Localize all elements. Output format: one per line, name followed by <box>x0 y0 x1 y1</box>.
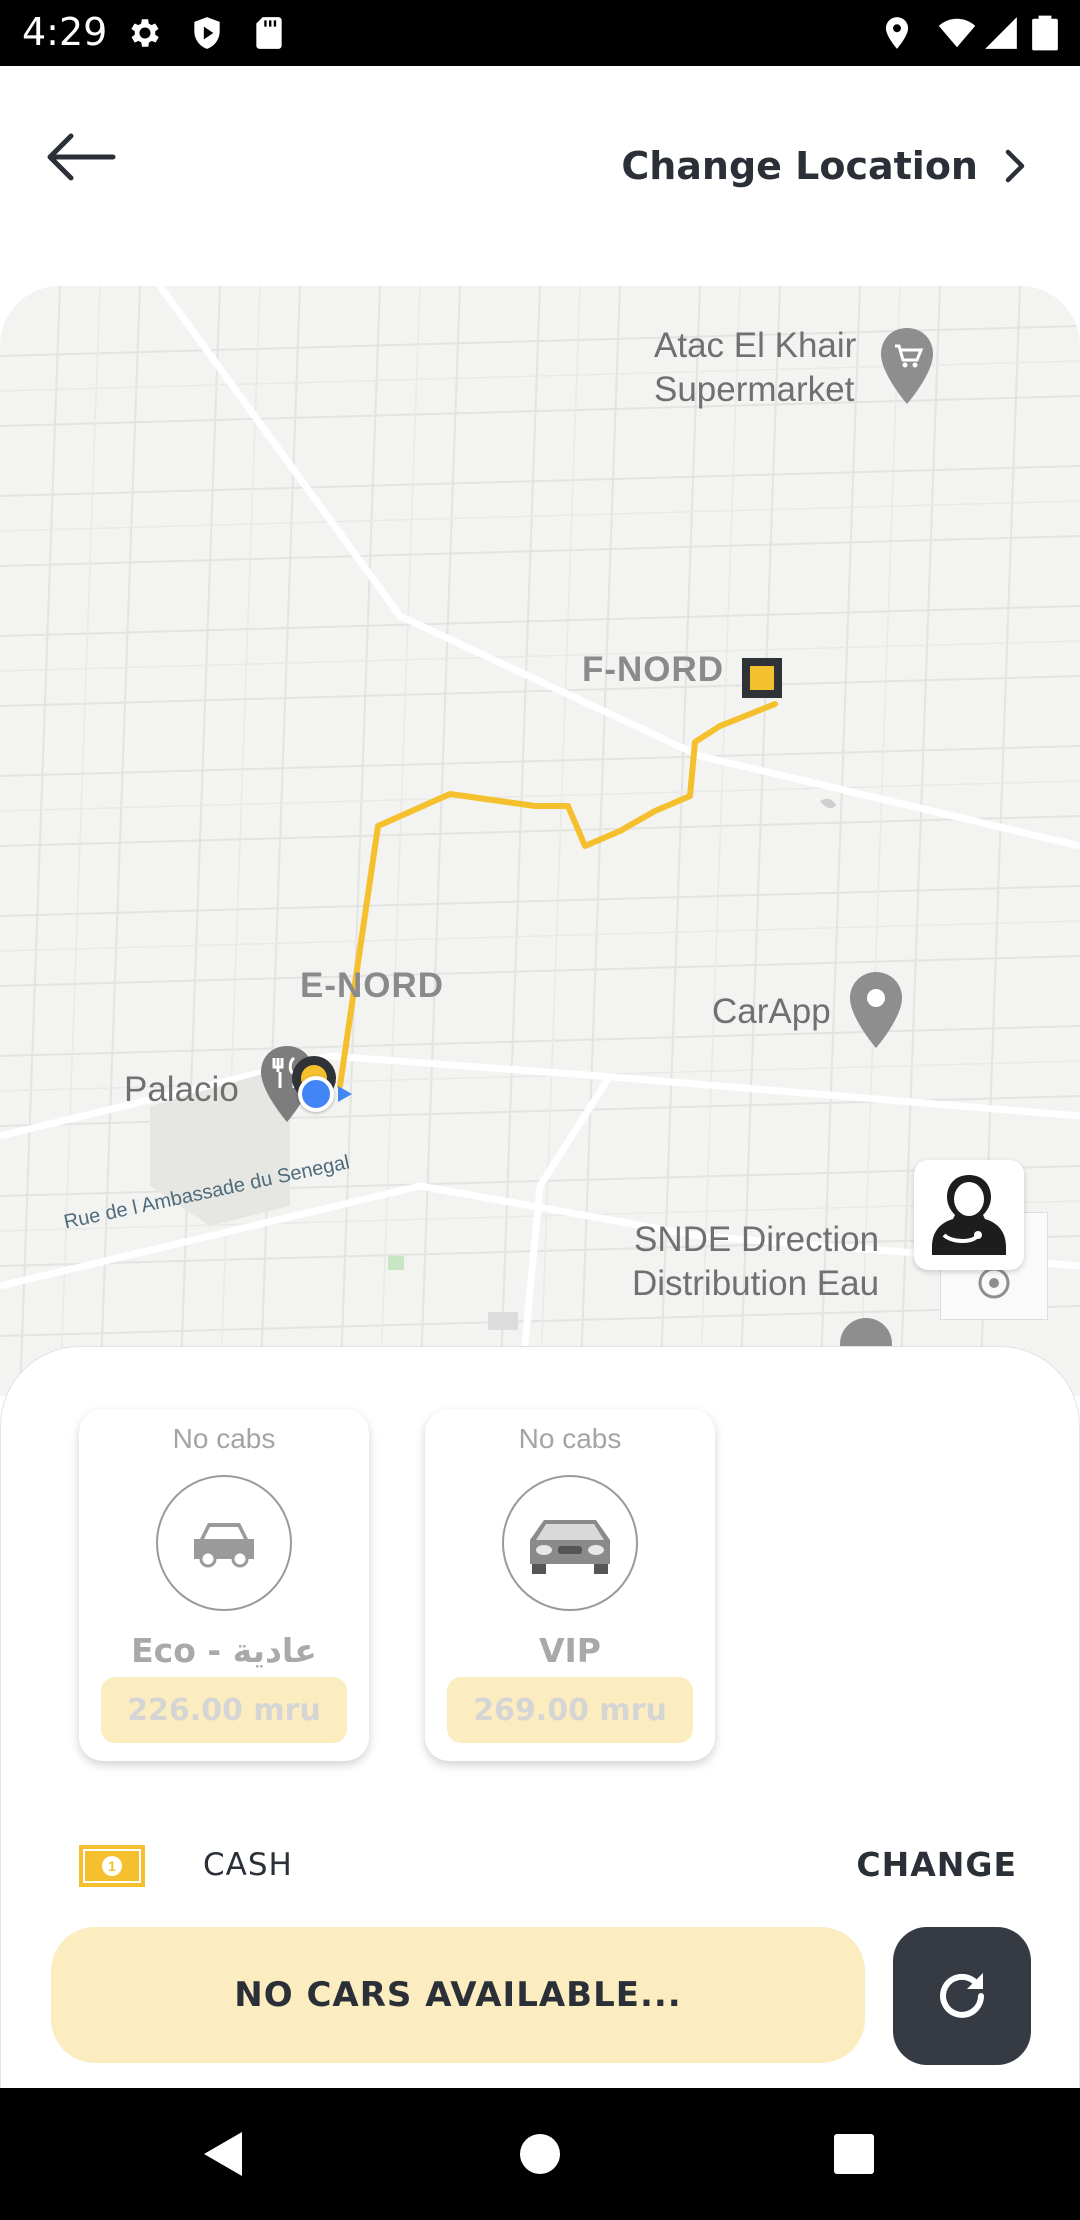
arrow-left-icon <box>47 133 116 181</box>
change-payment-button[interactable]: CHANGE <box>856 1845 1017 1884</box>
change-location-button[interactable]: Change Location <box>621 136 1030 196</box>
battery-icon <box>1030 14 1060 52</box>
cash-icon: 1 <box>79 1845 145 1887</box>
gear-icon <box>126 14 164 52</box>
cab-icon-circle <box>156 1475 292 1611</box>
customer-support-icon <box>932 1175 1006 1255</box>
sd-card-icon <box>250 14 288 52</box>
destination-marker-icon[interactable] <box>742 658 782 698</box>
bottom-sheet: No cabs Eco - عادية 226.00 mru No cabs V… <box>0 1346 1080 2088</box>
cab-option-vip[interactable]: No cabs VIP 269.00 mru <box>425 1409 715 1761</box>
no-cars-button[interactable]: NO CARS AVAILABLE... <box>51 1927 865 2063</box>
refresh-button[interactable] <box>893 1927 1031 2065</box>
svg-text:1: 1 <box>108 1858 116 1874</box>
area-f-nord-label: F-NORD <box>582 650 725 689</box>
cab-name: Eco - عادية <box>131 1631 317 1670</box>
chevron-right-icon <box>1005 149 1025 183</box>
customer-support-button[interactable] <box>914 1160 1024 1270</box>
app-root: 4:29 Change Location Atac El Khair Super… <box>0 0 1080 2220</box>
poi-carapp-label: CarApp <box>712 992 831 1031</box>
cab-option-eco[interactable]: No cabs Eco - عادية 226.00 mru <box>79 1409 369 1761</box>
refresh-icon <box>940 1973 984 2018</box>
poi-atac-label: Atac El Khair Supermarket <box>654 326 857 409</box>
back-button[interactable] <box>40 116 122 198</box>
payment-method-label: CASH <box>203 1847 293 1883</box>
location-icon <box>878 14 916 52</box>
shield-icon <box>188 14 226 52</box>
car-icon <box>194 1523 254 1568</box>
poi-palacio-label: Palacio <box>124 1070 239 1109</box>
cab-status: No cabs <box>518 1423 622 1454</box>
payment-row: 1 CASH CHANGE <box>1 1827 1080 1907</box>
cab-price: 269.00 mru <box>447 1677 693 1743</box>
poi-snde-label: SNDE Direction Distribution Eau <box>632 1220 880 1303</box>
home-circle-icon[interactable] <box>512 2126 568 2182</box>
system-nav-bar <box>0 2088 1080 2220</box>
carapp-pin-icon[interactable] <box>848 970 904 1050</box>
shopping-cart-pin-icon[interactable] <box>878 326 936 406</box>
change-location-label: Change Location <box>621 144 978 188</box>
heading-arrow-icon <box>338 1086 352 1102</box>
signal-icon <box>982 14 1020 52</box>
cab-status: No cabs <box>172 1423 276 1454</box>
cab-name: VIP <box>538 1631 601 1670</box>
luxury-car-icon <box>530 1520 610 1574</box>
back-triangle-icon[interactable] <box>196 2126 252 2182</box>
status-bar: 4:29 <box>0 0 1080 66</box>
cab-icon-circle <box>502 1475 638 1611</box>
area-e-nord-label: E-NORD <box>300 966 445 1005</box>
wifi-icon <box>938 14 976 52</box>
cab-price: 226.00 mru <box>101 1677 347 1743</box>
status-time: 4:29 <box>22 10 108 54</box>
recents-square-icon[interactable] <box>826 2126 882 2182</box>
current-location-dot <box>298 1076 334 1112</box>
header: Change Location <box>0 66 1080 286</box>
